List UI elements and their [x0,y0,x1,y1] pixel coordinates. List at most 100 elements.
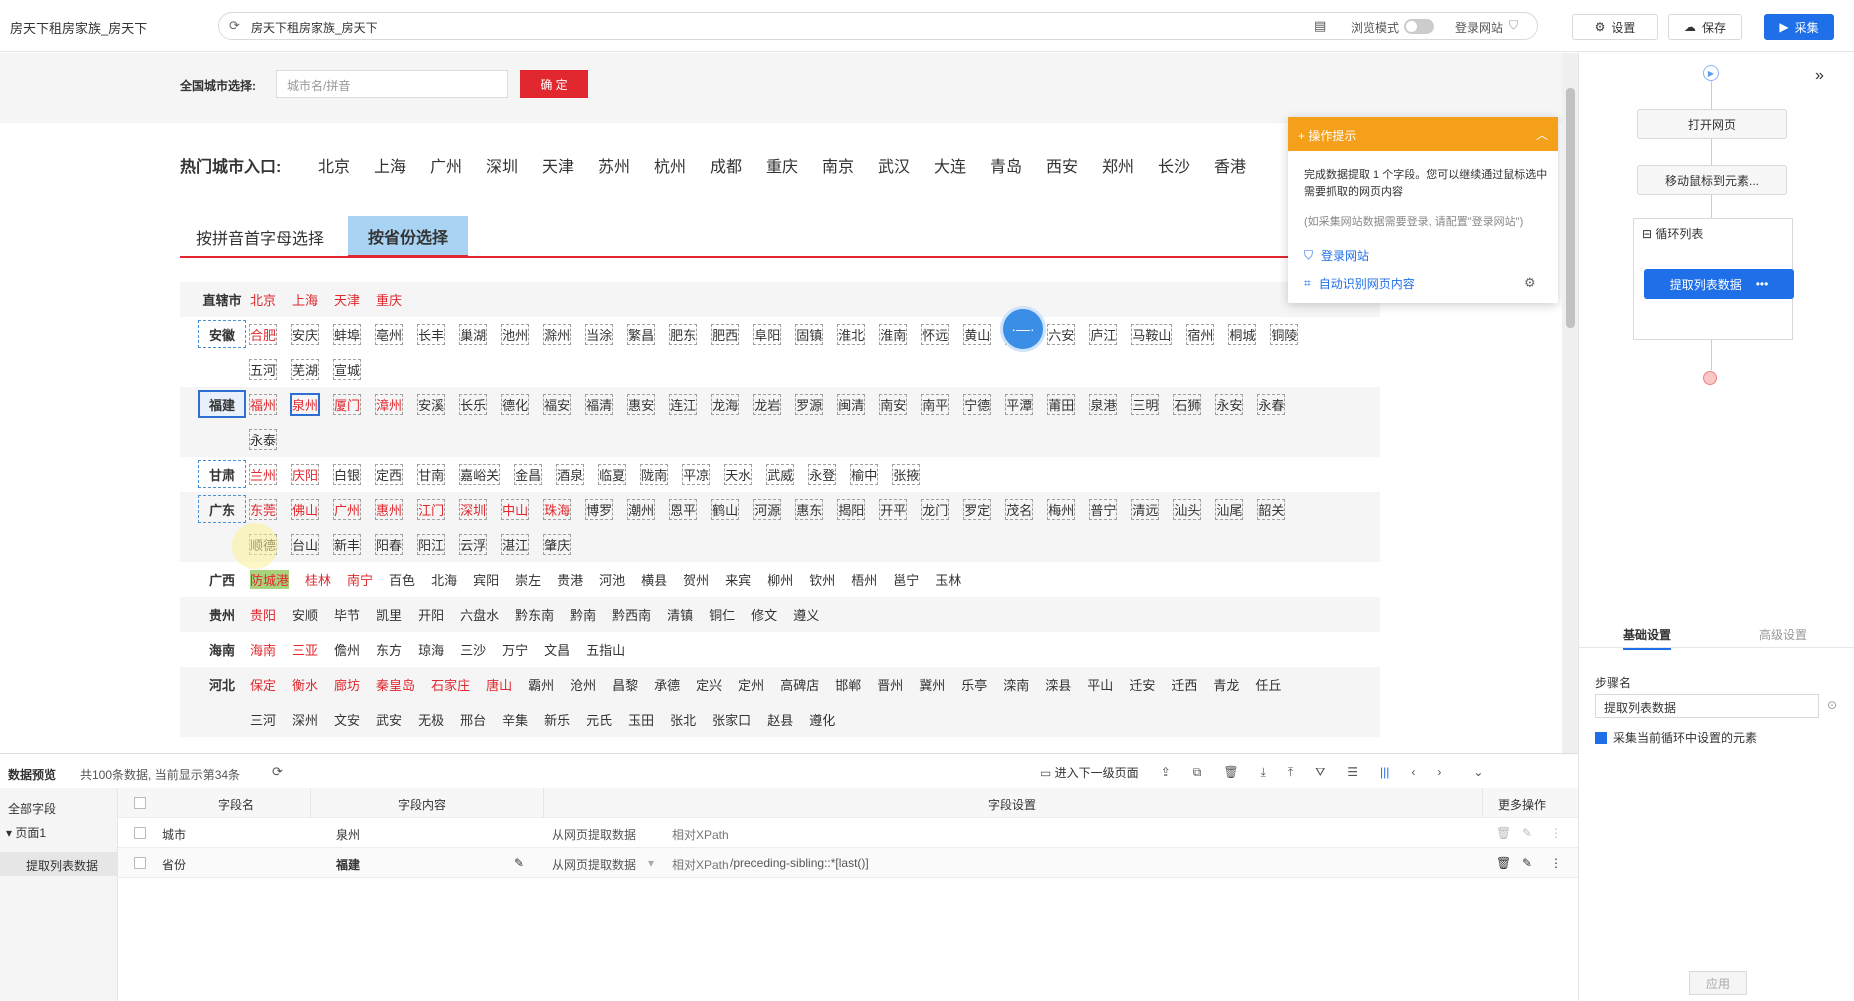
city-link[interactable]: 张北 [670,710,696,729]
city-link[interactable]: 龙岩 [753,394,782,415]
city-link[interactable]: 安庆 [291,324,320,345]
tab-pinyin[interactable]: 按拼音首字母选择 [180,216,340,258]
table-row[interactable]: 城市 泉州 从网页提取数据 相对XPath 🗑 ✎ ⋮ [118,818,1578,848]
city-link[interactable]: 永春 [1257,394,1286,415]
city-link[interactable]: 武安 [376,710,402,729]
city-link[interactable]: 东莞 [248,499,278,520]
tree-all-fields[interactable]: 全部字段 [8,800,56,817]
city-link[interactable]: 遵义 [793,605,819,624]
city-link[interactable]: 五河 [248,359,278,380]
city-link[interactable]: 辛集 [502,710,528,729]
address-bar[interactable]: ⟳ 房天下租房家族_房天下 ▤ 浏览模式 登录网站 ⛉ [218,12,1538,40]
tab-advanced-settings[interactable]: 高级设置 [1759,626,1807,643]
url-text[interactable]: 房天下租房家族_房天下 [251,19,378,36]
province-name[interactable]: 贵州 [198,600,246,628]
city-link[interactable]: 琼海 [418,640,444,659]
city-link[interactable]: 河池 [599,570,625,589]
city-link[interactable]: 漳州 [375,394,404,415]
tip-header[interactable]: + 操作提示 ︿ [1288,117,1558,151]
city-link[interactable]: 庐江 [1089,324,1118,345]
collect-button[interactable]: ▶ 采集 [1764,14,1834,40]
step-name-input[interactable]: 提取列表数据 [1595,694,1819,718]
city-link[interactable]: 贺州 [683,570,709,589]
next-icon[interactable]: › [1437,765,1441,779]
city-link[interactable]: 白银 [333,464,362,485]
more-icon[interactable]: ••• [1756,277,1769,291]
hot-city-link[interactable]: 天津 [542,153,574,177]
city-link[interactable]: 南宁 [347,570,373,589]
city-link[interactable]: 江门 [417,499,446,520]
city-link[interactable]: 三亚 [292,640,318,659]
hot-city-link[interactable]: 香港 [1214,153,1246,177]
province-name[interactable]: 广东 [198,495,246,523]
city-link[interactable]: 桂林 [305,570,331,589]
city-link[interactable]: 保定 [250,675,276,694]
city-link[interactable]: 泉港 [1089,394,1118,415]
copy-icon[interactable]: ⧉ [1193,765,1202,780]
city-link[interactable]: 梧州 [851,570,877,589]
province-name[interactable]: 安徽 [198,320,246,348]
city-link[interactable]: 贵港 [557,570,583,589]
city-link[interactable]: 北京 [250,290,276,309]
city-link[interactable]: 铜仁 [709,605,735,624]
city-link[interactable]: 五指山 [586,640,625,659]
city-link[interactable]: 阜阳 [753,324,782,345]
collect-loop-elements-option[interactable]: 采集当前循环中设置的元素 [1595,729,1757,746]
flow-start-icon[interactable]: ▶ [1703,65,1719,81]
city-link[interactable]: 繁昌 [627,324,656,345]
xpath-value[interactable]: /preceding-sibling::*[last()] [730,856,869,870]
city-link[interactable]: 定州 [738,675,764,694]
flow-node-open-page[interactable]: 打开网页 [1637,109,1787,139]
edit-pen-icon[interactable]: ✎ [514,856,524,870]
city-link[interactable]: 三沙 [460,640,486,659]
more-vertical-icon[interactable]: ⋮ [1550,826,1562,840]
city-link[interactable]: 冀州 [919,675,945,694]
city-link[interactable]: 阳江 [417,534,446,555]
settings-button[interactable]: ⚙ 设置 [1572,14,1658,40]
tab-basic-settings[interactable]: 基础设置 [1623,626,1672,650]
city-link[interactable]: 合肥 [248,324,278,345]
city-link[interactable]: 闽清 [837,394,866,415]
city-link[interactable]: 安溪 [417,394,446,415]
city-link[interactable]: 金昌 [514,464,543,485]
city-link[interactable]: 淮北 [837,324,866,345]
city-link[interactable]: 清远 [1131,499,1160,520]
city-link[interactable]: 长乐 [459,394,488,415]
gear-icon[interactable]: ⚙ [1524,275,1536,291]
city-link[interactable]: 福清 [585,394,614,415]
table-row[interactable]: 省份 福建 ✎ 从网页提取数据 ▾ 相对XPath /preceding-sib… [118,848,1578,878]
city-link[interactable]: 云浮 [459,534,488,555]
city-link[interactable]: 惠安 [627,394,656,415]
city-link[interactable]: 安顺 [292,605,318,624]
city-link[interactable]: 临夏 [598,464,627,485]
city-link[interactable]: 梅州 [1047,499,1076,520]
city-link[interactable]: 陇南 [640,464,669,485]
help-icon[interactable]: ⊙ [1827,698,1837,712]
city-link[interactable]: 晋州 [877,675,903,694]
city-link[interactable]: 开阳 [418,605,444,624]
city-link[interactable]: 汕尾 [1215,499,1244,520]
city-link[interactable]: 永泰 [248,429,278,450]
city-link[interactable]: 恩平 [669,499,698,520]
city-link[interactable]: 衡水 [292,675,318,694]
city-link[interactable]: 凯里 [376,605,402,624]
city-link[interactable]: 邢台 [460,710,486,729]
city-link[interactable]: 滦县 [1045,675,1071,694]
city-link[interactable]: 儋州 [334,640,360,659]
browse-mode-toggle[interactable] [1404,19,1434,34]
city-link[interactable]: 沧州 [570,675,596,694]
city-link[interactable]: 无极 [418,710,444,729]
hot-city-link[interactable]: 郑州 [1102,153,1134,177]
city-link[interactable]: 固镇 [795,324,824,345]
hot-city-link[interactable]: 杭州 [654,153,686,177]
city-link[interactable]: 南平 [921,394,950,415]
city-link[interactable]: 赵县 [767,710,793,729]
city-link[interactable]: 黔东南 [515,605,554,624]
city-link[interactable]: 榆中 [850,464,879,485]
city-link[interactable]: 莆田 [1047,394,1076,415]
province-name[interactable]: 河北 [198,670,246,698]
city-link[interactable]: 南安 [879,394,908,415]
delete-icon[interactable]: 🗑 [1496,856,1511,870]
city-link[interactable]: 福安 [543,394,572,415]
confirm-button[interactable]: 确 定 [520,70,588,98]
